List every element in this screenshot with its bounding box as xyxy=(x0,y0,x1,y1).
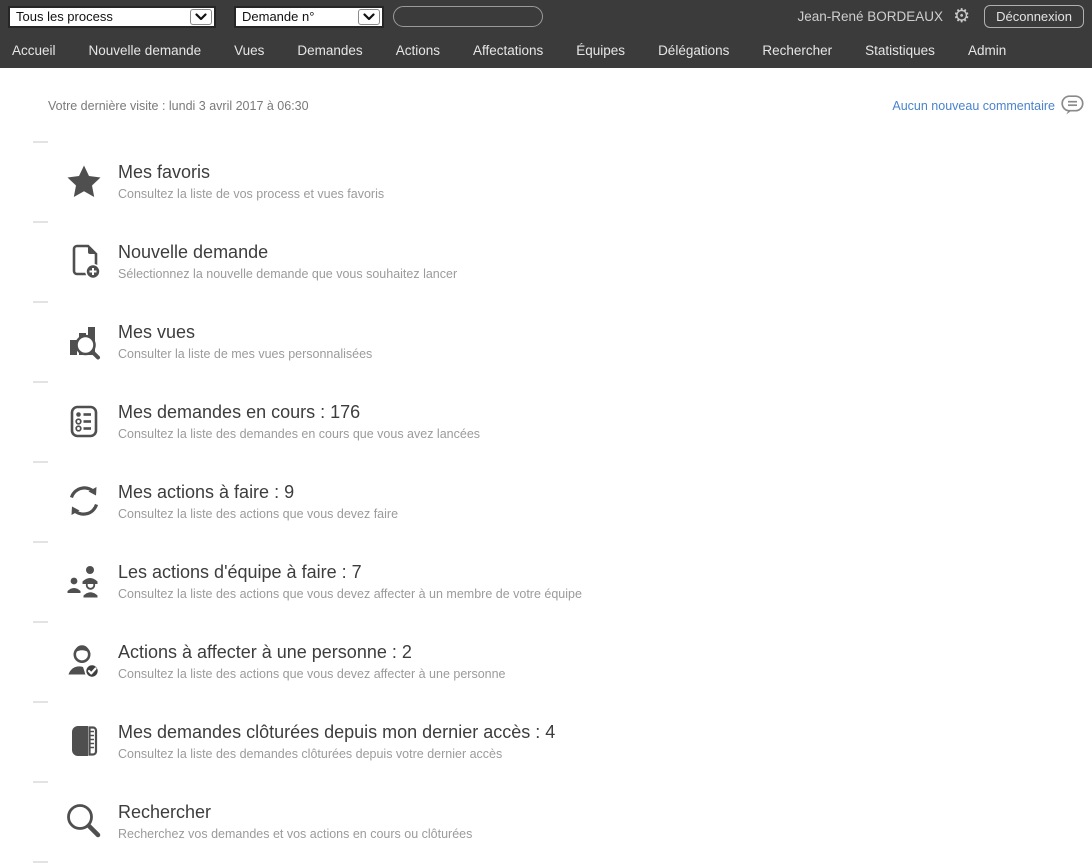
item-separator xyxy=(33,541,48,543)
item-separator xyxy=(33,381,48,383)
menu-item-subtitle: Recherchez vos demandes et vos actions e… xyxy=(118,827,472,841)
item-separator xyxy=(33,621,48,623)
team-icon xyxy=(64,562,104,600)
new-document-icon xyxy=(64,242,104,280)
search-type-select[interactable]: Demande n° xyxy=(234,6,384,28)
menu-item-my-actions[interactable]: Mes actions à faire : 9 Consultez la lis… xyxy=(0,461,1092,541)
item-separator xyxy=(33,781,48,783)
logout-button[interactable]: Déconnexion xyxy=(984,5,1084,28)
item-separator xyxy=(33,701,48,703)
menu-item-subtitle: Consultez la liste des demandes en cours… xyxy=(118,427,480,441)
menu-item-favorites[interactable]: Mes favoris Consultez la liste de vos pr… xyxy=(0,141,1092,221)
nav-item-nouvelle-demande[interactable]: Nouvelle demande xyxy=(89,43,202,58)
menu-item-title: Rechercher xyxy=(118,801,472,824)
nav-item-statistiques[interactable]: Statistiques xyxy=(865,43,935,58)
menu-item-title: Les actions d'équipe à faire : 7 xyxy=(118,561,582,584)
main-nav: Accueil Nouvelle demande Vues Demandes A… xyxy=(0,33,1092,68)
menu-item-subtitle: Consultez la liste des actions que vous … xyxy=(118,507,398,521)
nav-item-admin[interactable]: Admin xyxy=(968,43,1006,58)
checklist-icon xyxy=(64,403,104,440)
nav-item-actions[interactable]: Actions xyxy=(396,43,440,58)
menu-item-title: Mes actions à faire : 9 xyxy=(118,481,398,504)
menu-item-subtitle: Consultez la liste des actions que vous … xyxy=(118,587,582,601)
menu-item-subtitle: Consultez la liste des actions que vous … xyxy=(118,667,506,681)
item-separator xyxy=(33,141,48,143)
search-input[interactable] xyxy=(393,6,543,27)
search-type-value: Demande n° xyxy=(236,9,358,24)
person-check-icon xyxy=(64,642,104,680)
nav-item-rechercher[interactable]: Rechercher xyxy=(762,43,832,58)
menu-item-title: Nouvelle demande xyxy=(118,241,457,264)
menu-item-closed-requests[interactable]: Mes demandes clôturées depuis mon dernie… xyxy=(0,701,1092,781)
menu-item-subtitle: Sélectionnez la nouvelle demande que vou… xyxy=(118,267,457,281)
process-filter-select[interactable]: Tous les process xyxy=(8,6,216,28)
menu-item-subtitle: Consultez la liste de vos process et vue… xyxy=(118,187,384,201)
nav-item-affectations[interactable]: Affectations xyxy=(473,43,543,58)
nav-item-delegations[interactable]: Délégations xyxy=(658,43,729,58)
menu-item-my-views[interactable]: Mes vues Consulter la liste de mes vues … xyxy=(0,301,1092,381)
speech-bubble-icon xyxy=(1061,95,1084,116)
menu-item-team-actions[interactable]: Les actions d'équipe à faire : 7 Consult… xyxy=(0,541,1092,621)
refresh-icon xyxy=(64,482,104,520)
menu-item-search[interactable]: Rechercher Recherchez vos demandes et vo… xyxy=(0,781,1092,861)
process-filter-value: Tous les process xyxy=(10,9,190,24)
status-row: Votre dernière visite : lundi 3 avril 20… xyxy=(48,95,1084,116)
comments-link-label: Aucun nouveau commentaire xyxy=(892,99,1055,113)
item-separator xyxy=(33,461,48,463)
menu-item-title: Mes demandes en cours : 176 xyxy=(118,401,480,424)
chevron-down-icon xyxy=(190,9,212,25)
closed-book-icon xyxy=(64,722,104,760)
menu-item-requests-in-progress[interactable]: Mes demandes en cours : 176 Consultez la… xyxy=(0,381,1092,461)
menu-item-subtitle: Consulter la liste de mes vues personnal… xyxy=(118,347,372,361)
menu-item-assign-person[interactable]: Actions à affecter à une personne : 2 Co… xyxy=(0,621,1092,701)
menu-item-title: Mes demandes clôturées depuis mon dernie… xyxy=(118,721,555,744)
user-name: Jean-René BORDEAUX xyxy=(798,9,944,24)
comments-link[interactable]: Aucun nouveau commentaire xyxy=(892,95,1084,116)
header-toolbar: Tous les process Demande n° Jean-René BO… xyxy=(0,0,1092,33)
home-menu: Mes favoris Consultez la liste de vos pr… xyxy=(0,141,1092,863)
menu-item-subtitle: Consultez la liste des demandes clôturée… xyxy=(118,747,555,761)
nav-item-equipes[interactable]: Équipes xyxy=(576,43,625,58)
chart-magnifier-icon xyxy=(64,322,104,360)
menu-item-new-request[interactable]: Nouvelle demande Sélectionnez la nouvell… xyxy=(0,221,1092,301)
gear-icon[interactable]: ⚙ xyxy=(953,7,970,26)
last-visit-text: Votre dernière visite : lundi 3 avril 20… xyxy=(48,99,309,113)
nav-item-accueil[interactable]: Accueil xyxy=(12,43,56,58)
menu-item-title: Mes favoris xyxy=(118,161,384,184)
app-header: Tous les process Demande n° Jean-René BO… xyxy=(0,0,1092,68)
menu-item-title: Mes vues xyxy=(118,321,372,344)
chevron-down-icon xyxy=(358,9,380,25)
item-separator xyxy=(33,301,48,303)
item-separator xyxy=(33,221,48,223)
menu-item-title: Actions à affecter à une personne : 2 xyxy=(118,641,506,664)
nav-item-vues[interactable]: Vues xyxy=(234,43,264,58)
search-icon xyxy=(64,802,104,840)
nav-item-demandes[interactable]: Demandes xyxy=(297,43,362,58)
star-icon xyxy=(64,163,104,200)
